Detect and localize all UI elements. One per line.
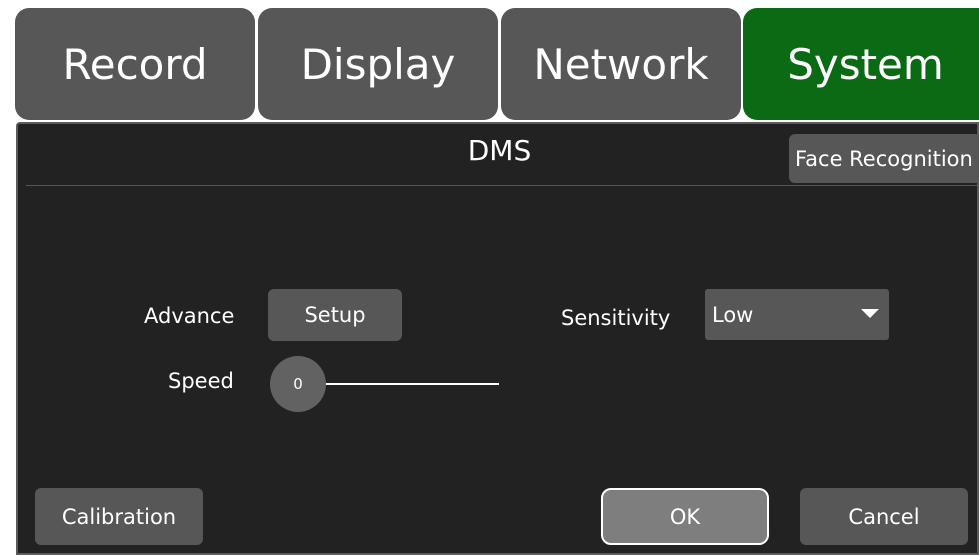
sensitivity-select[interactable]: Low: [705, 289, 889, 340]
tab-system-label: System: [787, 39, 944, 89]
tab-record[interactable]: Record: [15, 8, 255, 120]
speed-slider-thumb[interactable]: 0: [270, 356, 326, 412]
ok-label: OK: [669, 504, 701, 529]
speed-label: Speed: [168, 369, 234, 393]
tab-network-label: Network: [533, 39, 709, 89]
setup-button-label: Setup: [304, 303, 366, 327]
speed-value: 0: [293, 375, 303, 393]
speed-slider-track[interactable]: [308, 383, 499, 385]
setup-button[interactable]: Setup: [268, 289, 402, 341]
sensitivity-label: Sensitivity: [561, 306, 671, 330]
calibration-button[interactable]: Calibration: [35, 488, 203, 545]
tab-display[interactable]: Display: [258, 8, 498, 120]
tab-display-label: Display: [300, 39, 456, 89]
ok-button[interactable]: OK: [601, 488, 769, 545]
title-divider: [26, 185, 977, 186]
caret-down-icon: [861, 309, 879, 318]
tab-system[interactable]: System: [743, 8, 979, 120]
calibration-label: Calibration: [61, 504, 177, 529]
cancel-label: Cancel: [848, 504, 920, 529]
advance-label: Advance: [144, 304, 235, 328]
tab-record-label: Record: [62, 39, 208, 89]
face-recognition-button[interactable]: Face Recognition: [789, 134, 979, 183]
sensitivity-value: Low: [712, 302, 754, 327]
tab-network[interactable]: Network: [501, 8, 741, 120]
tab-bar: Record Display Network System: [0, 0, 979, 125]
face-recognition-label: Face Recognition: [795, 146, 973, 171]
cancel-button[interactable]: Cancel: [800, 488, 968, 545]
